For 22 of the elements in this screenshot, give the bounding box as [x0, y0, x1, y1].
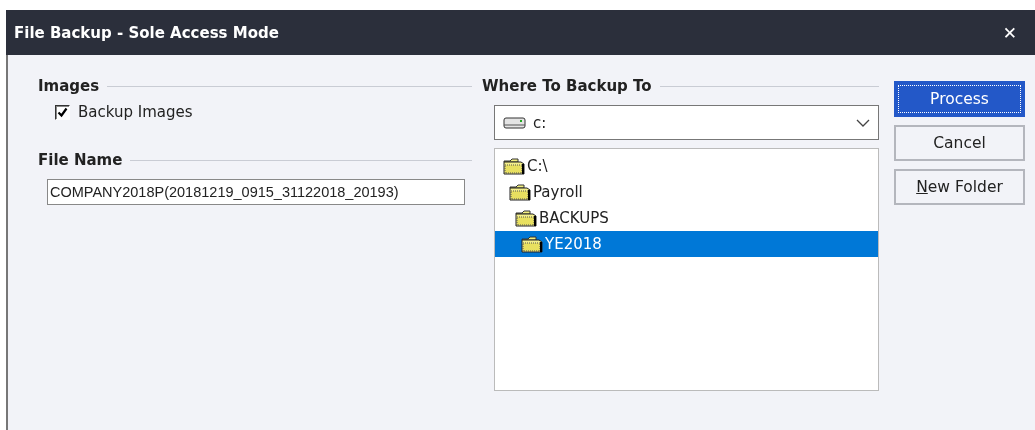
checkbox-label: Backup Images — [78, 103, 193, 121]
chevron-down-icon — [856, 118, 870, 127]
section-heading: Where To Backup To — [482, 77, 652, 95]
drive-icon — [503, 115, 527, 130]
close-button[interactable]: ✕ — [998, 22, 1021, 43]
tree-item[interactable]: Payroll — [495, 179, 878, 205]
folder-icon — [509, 183, 531, 201]
dialog-button[interactable]: New Folder — [894, 169, 1025, 205]
tree-item[interactable]: BACKUPS — [495, 205, 878, 231]
folder-icon — [503, 157, 525, 175]
process-button[interactable]: Process — [894, 81, 1025, 117]
drive-dropdown[interactable]: c: — [494, 105, 879, 140]
folder-icon — [521, 235, 543, 253]
folder-icon — [515, 209, 537, 227]
file-name-field[interactable]: COMPANY2018P(20181219_0915_31122018_20193) — [47, 179, 465, 205]
tree-item[interactable]: YE2018 — [495, 231, 878, 257]
section-heading: Images — [38, 77, 100, 95]
checkbox[interactable] — [55, 104, 70, 120]
dialog-button[interactable]: Cancel — [894, 125, 1025, 161]
window-title: File Backup - Sole Access Mode — [14, 23, 279, 42]
tree-item[interactable]: C:\ — [495, 153, 878, 179]
section-heading: File Name — [38, 151, 123, 169]
